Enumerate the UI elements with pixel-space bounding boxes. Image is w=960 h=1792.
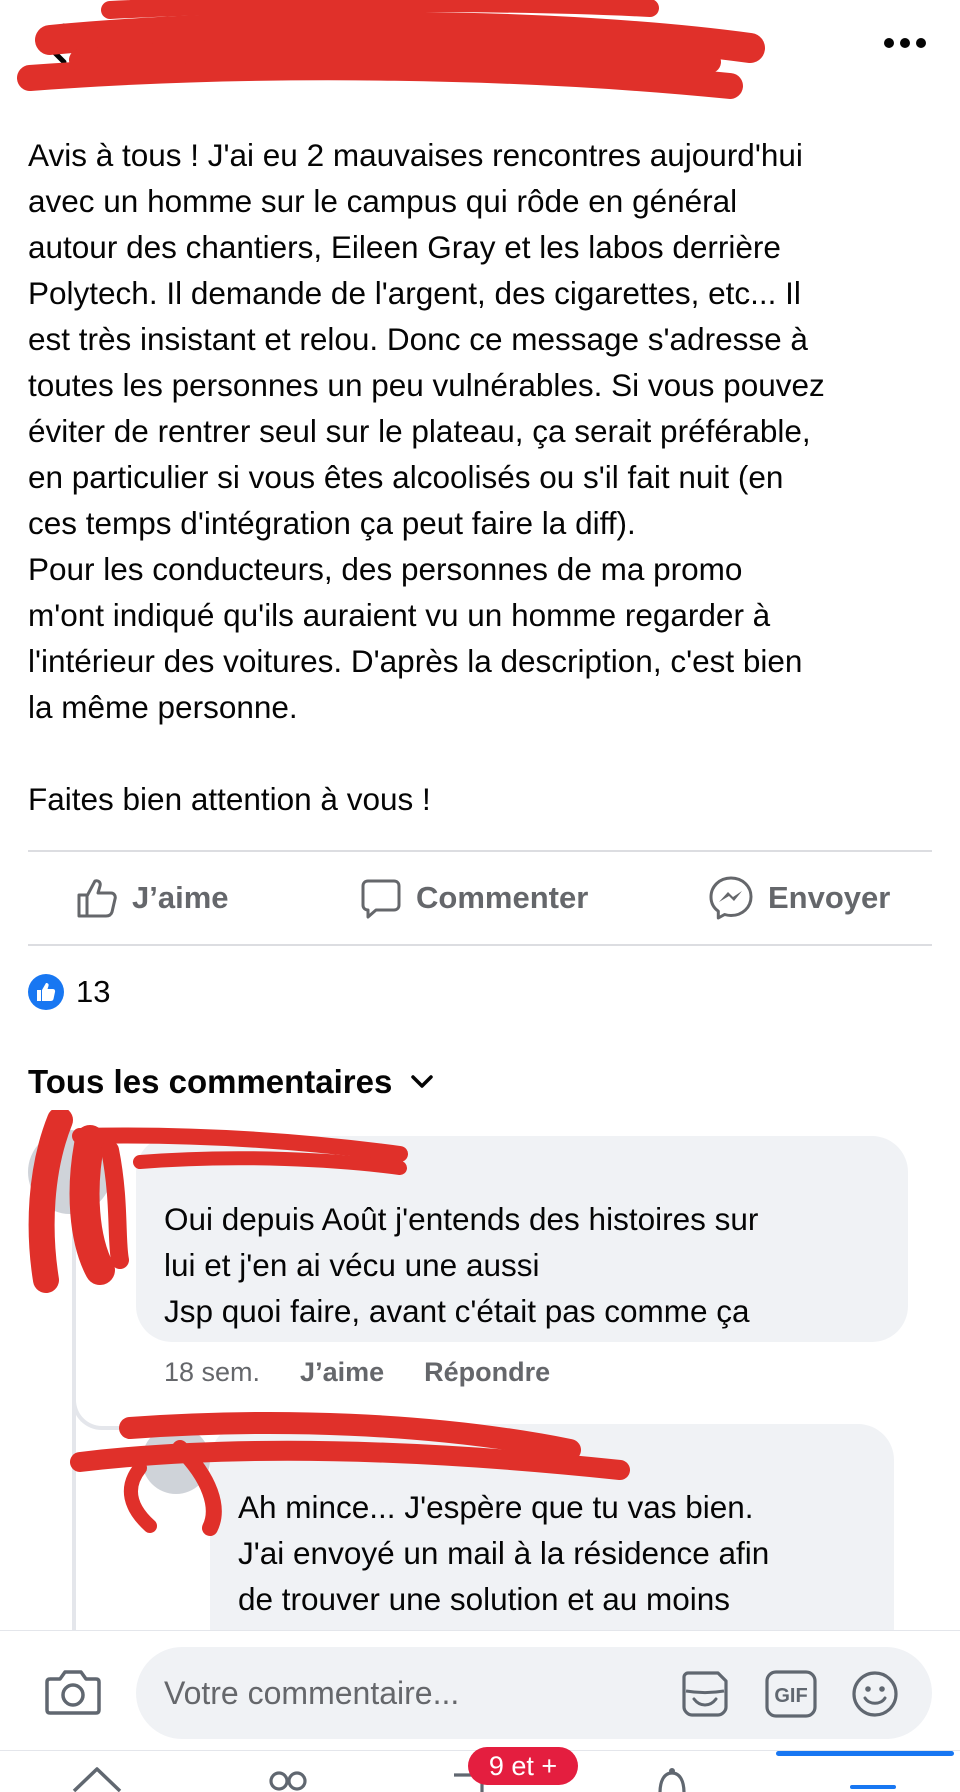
- nav-active-indicator: [776, 1751, 954, 1756]
- gif-icon: GIF: [765, 1670, 817, 1718]
- comment-like-button[interactable]: J’aime: [300, 1357, 384, 1388]
- like-reaction-icon: [28, 974, 64, 1010]
- comment-input[interactable]: Votre commentaire... GIF: [136, 1647, 932, 1739]
- chevron-left-icon: [43, 23, 67, 65]
- comment-label: Commenter: [416, 880, 589, 915]
- notification-badge: 9 et +: [468, 1747, 578, 1785]
- comment-timestamp: 18 sem.: [164, 1356, 261, 1387]
- camera-button[interactable]: [44, 1667, 102, 1717]
- chevron-down-icon: [411, 1075, 434, 1088]
- thumbs-up-icon: [77, 879, 117, 918]
- comment-reply-button[interactable]: Répondre: [424, 1357, 550, 1388]
- comment-text: Oui depuis Août j'entends des histoires …: [164, 1201, 759, 1329]
- post-action-bar: J’aime Commenter Envoyer: [28, 852, 932, 944]
- friends-icon[interactable]: [262, 1765, 312, 1792]
- send-label: Envoyer: [768, 880, 891, 915]
- comment-meta: 18 sem. J’aime Répondre: [164, 1352, 550, 1392]
- like-button[interactable]: J’aime: [76, 852, 229, 944]
- reply-bubble: Ah mince... J'espère que tu vas bien. J'…: [210, 1424, 894, 1664]
- divider: [28, 944, 932, 946]
- comment-button[interactable]: Commenter: [360, 852, 588, 944]
- more-horizontal-icon: [884, 38, 926, 48]
- redaction-mark: [17, 0, 765, 99]
- reaction-count: 13: [76, 974, 111, 1009]
- menu-icon[interactable]: [848, 1765, 898, 1792]
- home-icon[interactable]: [70, 1765, 124, 1792]
- send-button[interactable]: Envoyer: [708, 852, 890, 944]
- camera-icon: [45, 1670, 101, 1715]
- back-button[interactable]: [36, 22, 76, 66]
- header-bar: [0, 0, 960, 99]
- thread-connector: [72, 1360, 142, 1430]
- gif-label: GIF: [774, 1685, 807, 1707]
- sticker-icon[interactable]: [680, 1669, 730, 1719]
- post-text: Avis à tous ! J'ai eu 2 mauvaises rencon…: [28, 137, 825, 817]
- comment-composer: Votre commentaire... GIF: [0, 1630, 960, 1750]
- comments-title: Tous les commentaires: [28, 1063, 393, 1100]
- notifications-bell-icon[interactable]: [652, 1765, 692, 1792]
- gif-button[interactable]: GIF: [764, 1669, 818, 1719]
- post-page: Avis à tous ! J'ai eu 2 mauvaises rencon…: [0, 0, 960, 1792]
- more-options-button[interactable]: [880, 28, 930, 58]
- bottom-navigation: 9 et +: [0, 1747, 960, 1792]
- avatar[interactable]: [28, 1130, 112, 1214]
- emoji-icon[interactable]: [850, 1669, 900, 1719]
- reactions-summary[interactable]: 13: [28, 968, 110, 1016]
- messenger-icon: [709, 876, 753, 920]
- like-label: J’aime: [132, 880, 229, 915]
- avatar[interactable]: [142, 1426, 210, 1494]
- comment-input-placeholder: Votre commentaire...: [164, 1675, 460, 1711]
- comments-filter-dropdown[interactable]: Tous les commentaires: [28, 1060, 434, 1104]
- comment-bubble: Oui depuis Août j'entends des histoires …: [136, 1136, 908, 1342]
- reply-text: Ah mince... J'espère que tu vas bien. J'…: [238, 1489, 770, 1617]
- comment-bubble-icon: [361, 879, 401, 919]
